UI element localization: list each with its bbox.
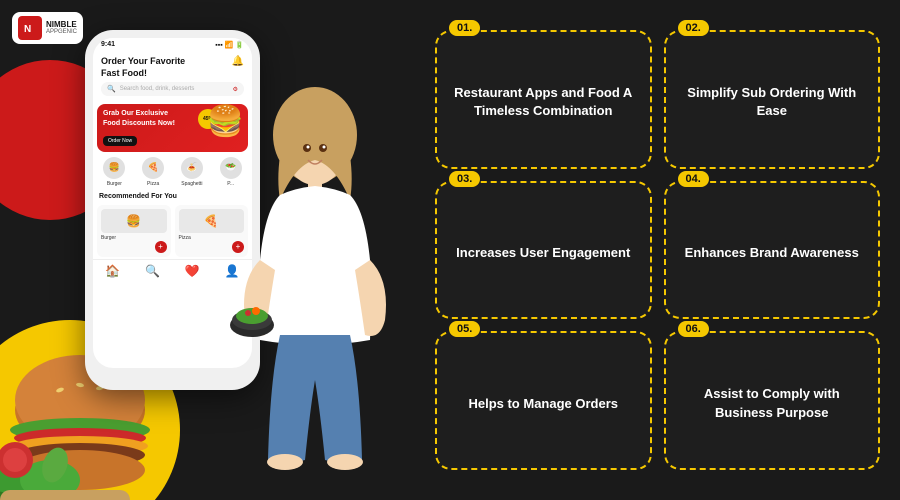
card-title-6: Assist to Comply with Business Purpose	[681, 385, 864, 421]
pizza-icon: 🍕	[142, 157, 164, 179]
feature-card-3: 03.Increases User Engagement	[435, 181, 652, 320]
logo-text: NIMBLE APPGENIC	[46, 21, 77, 35]
card-number-1: 01.	[449, 20, 480, 36]
card-title-3: Increases User Engagement	[456, 244, 630, 262]
burger-label: Burger	[97, 181, 132, 187]
nav-search[interactable]: 🔍	[145, 264, 160, 278]
feature-card-5: 05.Helps to Manage Orders	[435, 331, 652, 470]
phone-time: 9:41	[101, 41, 115, 49]
phone-recommended-label: Recommended For You	[93, 190, 252, 203]
search-icon: 🔍	[107, 85, 116, 93]
logo-tagline: APPGENIC	[46, 29, 77, 35]
pizza-label: Pizza	[136, 181, 171, 187]
card-number-3: 03.	[449, 171, 480, 187]
nav-favorites[interactable]: ❤️	[185, 264, 200, 278]
woman-figure	[230, 80, 400, 500]
feature-card-4: 04.Enhances Brand Awareness	[664, 181, 881, 320]
logo: N NIMBLE APPGENIC	[12, 12, 83, 44]
phone-status-bar: 9:41 ▪▪▪ 📶 🔋	[93, 38, 252, 52]
phone-banner-text: Grab Our ExclusiveFood Discounts Now!	[103, 109, 175, 129]
card-number-4: 04.	[678, 171, 709, 187]
phone-promo-banner: Grab Our ExclusiveFood Discounts Now! Or…	[97, 104, 248, 152]
phone-food-spaghetti[interactable]: 🍝 Spaghetti	[175, 157, 210, 187]
card-title-1: Restaurant Apps and Food A Timeless Comb…	[452, 84, 635, 120]
card-title-4: Enhances Brand Awareness	[685, 244, 859, 262]
rec-item-1[interactable]: 🍔 Burger +	[97, 205, 171, 257]
card-title-5: Helps to Manage Orders	[468, 395, 618, 413]
burger-icon: 🍔	[103, 157, 125, 179]
logo-name: NIMBLE	[46, 21, 77, 29]
logo-icon: N	[18, 16, 42, 40]
phone-order-button[interactable]: Order Now	[103, 136, 137, 146]
phone-search-bar[interactable]: 🔍 Search food, drink, desserts ⚙	[101, 82, 244, 96]
phone-screen: 9:41 ▪▪▪ 📶 🔋 Order Your Favorite Fast Fo…	[93, 38, 252, 368]
card-title-2: Simplify Sub Ordering With Ease	[681, 84, 864, 120]
feature-card-2: 02.Simplify Sub Ordering With Ease	[664, 30, 881, 169]
rec-food-name-1: Burger	[101, 235, 167, 241]
spaghetti-label: Spaghetti	[175, 181, 210, 187]
phone-app-title: Order Your Favorite Fast Food!	[101, 56, 185, 79]
card-number-2: 02.	[678, 20, 709, 36]
card-number-5: 05.	[449, 321, 480, 337]
svg-text:N: N	[24, 24, 31, 35]
phone-heart-icon: 🔔	[232, 56, 244, 67]
add-to-cart-btn-1[interactable]: +	[155, 241, 167, 253]
card-number-6: 06.	[678, 321, 709, 337]
nav-home[interactable]: 🏠	[105, 264, 120, 278]
phone-food-categories: 🍔 Burger 🍕 Pizza 🍝 Spaghetti 🥗 P...	[93, 154, 252, 190]
phone-icons: ▪▪▪ 📶 🔋	[215, 41, 244, 49]
feature-card-1: 01.Restaurant Apps and Food A Timeless C…	[435, 30, 652, 169]
feature-cards-grid: 01. Restaurant Apps and Food A Timeless C…	[420, 0, 900, 500]
phone-header: Order Your Favorite Fast Food! 🔔 🔍 Searc…	[93, 52, 252, 102]
rec-food-image-1: 🍔	[101, 209, 167, 233]
spaghetti-icon: 🍝	[181, 157, 203, 179]
left-section: 9:41 ▪▪▪ 📶 🔋 Order Your Favorite Fast Fo…	[0, 0, 420, 500]
phone-bottom-nav: 🏠 🔍 ❤️ 👤	[93, 259, 252, 280]
phone-food-pizza[interactable]: 🍕 Pizza	[136, 157, 171, 187]
feature-card-6: 06.Assist to Comply with Business Purpos…	[664, 331, 881, 470]
phone-recommended-items: 🍔 Burger + 🍕 Pizza +	[93, 203, 252, 259]
phone-food-burger[interactable]: 🍔 Burger	[97, 157, 132, 187]
search-placeholder: Search food, drink, desserts	[120, 86, 195, 92]
